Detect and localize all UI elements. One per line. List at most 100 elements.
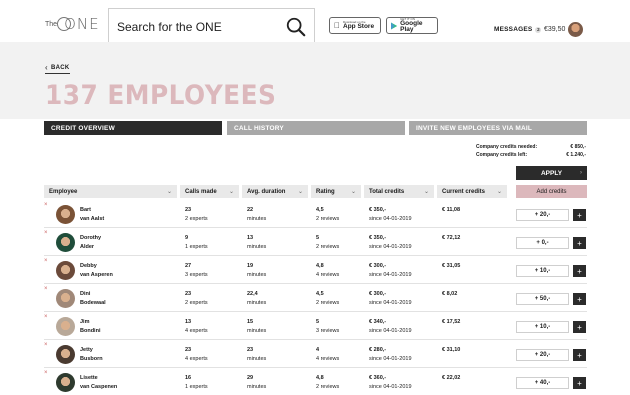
top-bar: The ONE Search for the ONE  Download on…	[0, 0, 630, 45]
back-link[interactable]: ‹ BACK	[45, 63, 70, 74]
calls-cell: 27 3 experts	[185, 262, 208, 280]
credits-left-value: € 1.240,-	[566, 152, 586, 158]
add-credits-input[interactable]: + 10,-	[516, 265, 569, 277]
employee-name[interactable]: Debby van Asperen	[80, 262, 113, 280]
employee-last-name: Alder	[80, 244, 95, 250]
add-credits-input[interactable]: + 10,-	[516, 321, 569, 333]
rating-sub: 2 reviews	[316, 300, 340, 306]
calls-cell: 23 4 experts	[185, 346, 208, 364]
remove-icon[interactable]: ×	[44, 314, 48, 320]
tab-call-history[interactable]: CALL HISTORY	[227, 121, 405, 135]
add-credits-plus-button[interactable]: +	[573, 377, 586, 389]
tab-credit-overview[interactable]: CREDIT OVERVIEW	[44, 121, 222, 135]
tab-invite-employees[interactable]: INVITE NEW EMPLOYEES VIA MAIL	[409, 121, 587, 135]
duration-cell: 22,4 minutes	[247, 290, 266, 308]
remove-icon[interactable]: ×	[44, 342, 48, 348]
current-credits-cell: € 31,10	[442, 346, 460, 355]
remove-icon[interactable]: ×	[44, 370, 48, 376]
column-header-total-credits[interactable]: Total credits ⌄	[364, 185, 434, 198]
plus-icon: +	[577, 378, 582, 388]
duration-sub: minutes	[247, 244, 267, 250]
table-row: × Jim Bondini 13 4 experts 15 minutes 5 3 review…	[44, 312, 587, 340]
total-credits-value: € 360,-	[369, 375, 387, 381]
chevron-down-icon: ⌄	[297, 189, 303, 195]
calls-value: 13	[185, 319, 192, 325]
employee-avatar	[56, 289, 75, 308]
messages-label: MESSAGES	[494, 26, 533, 33]
rating-sub: 4 reviews	[316, 272, 340, 278]
current-credits-cell: € 17,52	[442, 318, 460, 327]
remove-icon[interactable]: ×	[44, 230, 48, 236]
plus-icon: +	[577, 350, 582, 360]
employee-name[interactable]: Jim Bondini	[80, 318, 100, 336]
employee-name[interactable]: Bart van Aalst	[80, 206, 104, 224]
duration-cell: 13 minutes	[247, 234, 266, 252]
duration-value: 22	[247, 207, 254, 213]
column-header-employee[interactable]: Employee ⌄	[44, 185, 177, 198]
total-credits-value: € 350,-	[369, 235, 387, 241]
add-credits-plus-button[interactable]: +	[573, 321, 586, 333]
add-credits-input[interactable]: + 0,-	[516, 237, 569, 249]
rating-sub: 2 reviews	[316, 384, 340, 390]
search-icon[interactable]	[285, 16, 307, 38]
column-header-calls[interactable]: Calls made ⌄	[180, 185, 239, 198]
remove-icon[interactable]: ×	[44, 286, 48, 292]
duration-cell: 29 minutes	[247, 374, 266, 392]
rating-sub: 3 reviews	[316, 328, 340, 334]
add-credits-input[interactable]: + 50,-	[516, 293, 569, 305]
current-credits-value: € 17,52	[442, 319, 461, 325]
search-input[interactable]: Search for the ONE	[108, 8, 315, 45]
add-credits-plus-button[interactable]: +	[573, 265, 586, 277]
employee-name[interactable]: Dini Bodewaal	[80, 290, 106, 308]
employee-name[interactable]: Dorothy Alder	[80, 234, 101, 252]
back-label: BACK	[50, 64, 70, 71]
remove-icon[interactable]: ×	[44, 258, 48, 264]
duration-sub: minutes	[247, 384, 267, 390]
calls-sub: 1 experts	[185, 384, 208, 390]
rating-sub: 2 reviews	[316, 216, 340, 222]
add-credits-plus-button[interactable]: +	[573, 237, 586, 249]
column-header-label: Calls made	[185, 188, 217, 195]
remove-icon[interactable]: ×	[44, 202, 48, 208]
total-credits-sub: since 04-01-2019	[369, 244, 412, 250]
employee-name[interactable]: Jetty Busborn	[80, 346, 103, 364]
plus-icon: +	[577, 210, 582, 220]
duration-sub: minutes	[247, 328, 267, 334]
add-credits-input[interactable]: + 20,-	[516, 349, 569, 361]
employee-first-name: Lisette	[80, 375, 98, 381]
employee-first-name: Dorothy	[80, 235, 102, 241]
current-credits-cell: € 72,12	[442, 234, 460, 243]
account-balance: €39,50	[544, 26, 566, 33]
total-credits-value: € 280,-	[369, 347, 387, 353]
duration-sub: minutes	[247, 216, 267, 222]
add-credits-input[interactable]: + 40,-	[516, 377, 569, 389]
calls-cell: 23 2 experts	[185, 290, 208, 308]
total-credits-sub: since 04-01-2019	[369, 328, 412, 334]
user-avatar[interactable]	[568, 22, 583, 37]
rating-value: 4	[316, 347, 320, 353]
employee-last-name: Busborn	[80, 356, 103, 362]
google-play-button[interactable]: GET IT ON Google Play	[386, 17, 438, 34]
total-credits-cell: € 280,- since 04-01-2019	[369, 346, 412, 364]
apply-button[interactable]: APPLY ›	[516, 166, 587, 180]
duration-cell: 15 minutes	[247, 318, 266, 336]
messages-link[interactable]: MESSAGES 2	[494, 26, 542, 33]
current-credits-value: € 11,08	[442, 207, 461, 213]
column-header-label: Avg. duration	[247, 188, 286, 195]
calls-cell: 16 1 experts	[185, 374, 208, 392]
table-row: × Dini Bodewaal 23 2 experts 22,4 minutes 4,5 2 …	[44, 284, 587, 312]
calls-value: 23	[185, 347, 192, 353]
app-store-button[interactable]:  Download on the App Store	[329, 17, 381, 34]
add-credits-plus-button[interactable]: +	[573, 349, 586, 361]
chevron-left-icon: ‹	[45, 63, 48, 72]
add-credits-plus-button[interactable]: +	[573, 293, 586, 305]
column-header-rating[interactable]: Rating ⌄	[311, 185, 361, 198]
column-header-current-credits[interactable]: Current credits ⌄	[437, 185, 507, 198]
current-credits-value: € 72,12	[442, 235, 461, 241]
logo[interactable]: The ONE	[45, 15, 100, 33]
add-credits-plus-button[interactable]: +	[573, 209, 586, 221]
column-header-duration[interactable]: Avg. duration ⌄	[242, 185, 308, 198]
add-credits-input[interactable]: + 20,-	[516, 209, 569, 221]
credits-summary: Company credits needed: € 850,- Company …	[476, 143, 586, 159]
employee-name[interactable]: Lisette van Caspenen	[80, 374, 117, 392]
